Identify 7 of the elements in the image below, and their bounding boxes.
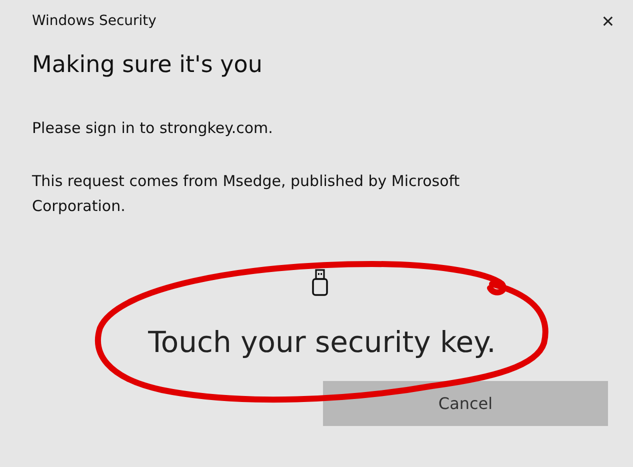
- message-text: Please sign in to strongkey.com.: [32, 118, 274, 139]
- usb-key-icon: [311, 269, 329, 297]
- dialog-heading: Making sure it's you: [32, 52, 264, 78]
- prompt-text: Touch your security key.: [148, 325, 496, 359]
- message-text: This request comes from Msedge, published by Microsoft Corporation.: [32, 171, 461, 217]
- close-button[interactable]: ✕: [583, 1, 633, 41]
- window-title: Windows Security: [32, 13, 156, 29]
